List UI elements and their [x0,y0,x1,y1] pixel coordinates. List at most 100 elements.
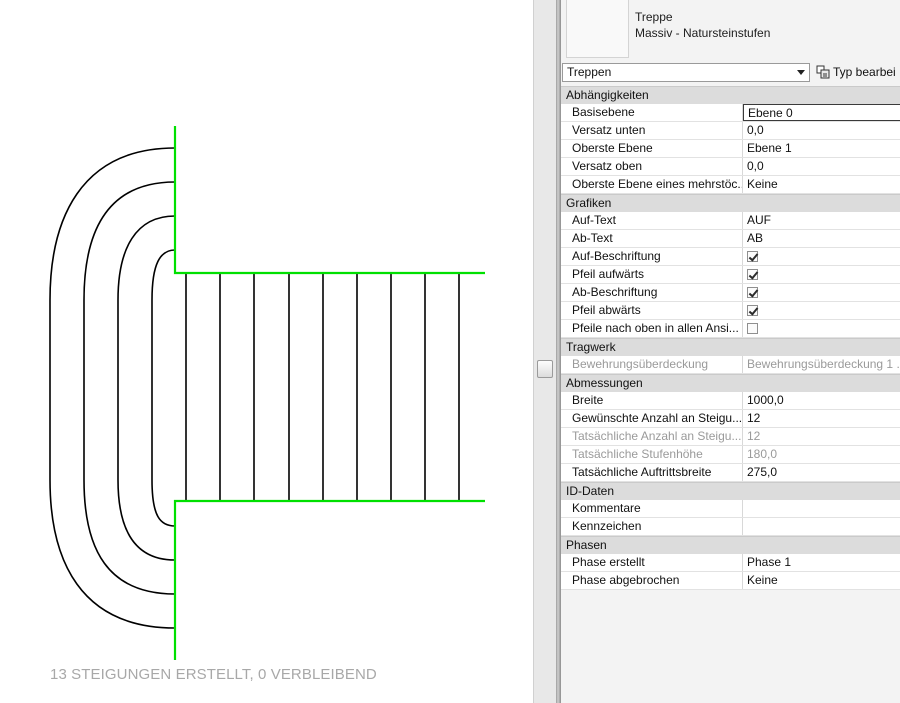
type-preview-image [566,0,629,58]
stair-treads[interactable] [185,274,460,500]
property-row[interactable]: Oberste Ebene eines mehrstöc... Keine [561,176,900,194]
property-row[interactable]: Ab-Text AB [561,230,900,248]
checkbox[interactable] [747,305,758,316]
property-value[interactable]: 275,0 [743,464,900,481]
property-row[interactable]: Tatsächliche Stufenhöhe 180,0 [561,446,900,464]
property-label: Phase abgebrochen [561,572,743,589]
property-row[interactable]: Gewünschte Anzahl an Steigu... 12 [561,410,900,428]
property-label: Auf-Beschriftung [561,248,743,265]
status-message: 13 STEIGUNGEN ERSTELLT, 0 VERBLEIBEND [50,666,377,683]
property-label: Breite [561,392,743,409]
property-row[interactable]: Versatz oben 0,0 [561,158,900,176]
property-row[interactable]: Phase erstellt Phase 1 [561,554,900,572]
filter-selected-value: Treppen [567,65,612,79]
property-row[interactable]: Kennzeichen [561,518,900,536]
property-label: Versatz oben [561,158,743,175]
edit-type-icon [816,65,830,79]
property-checkbox-cell [743,284,900,301]
riser-curve [49,147,176,629]
property-checkbox-cell [743,320,900,337]
property-label: Phase erstellt [561,554,743,571]
property-checkbox-cell [743,302,900,319]
property-label: Oberste Ebene [561,140,743,157]
property-label: Pfeile nach oben in allen Ansi... [561,320,743,337]
property-row[interactable]: Versatz unten 0,0 [561,122,900,140]
property-value[interactable]: 180,0 [743,446,900,463]
property-checkbox-cell [743,266,900,283]
checkbox[interactable] [747,251,758,262]
property-label: Oberste Ebene eines mehrstöc... [561,176,743,193]
drawing-canvas[interactable]: 13 STEIGUNGEN ERSTELLT, 0 VERBLEIBEND [0,0,533,703]
property-value[interactable]: Keine [743,572,900,589]
stair-boundary[interactable] [173,126,485,660]
category-header[interactable]: ID-Daten [561,482,900,500]
property-value[interactable] [743,500,900,517]
property-row[interactable]: Auf-Beschriftung [561,248,900,266]
property-label: Ab-Text [561,230,743,247]
property-row[interactable]: Pfeil aufwärts [561,266,900,284]
property-label: Versatz unten [561,122,743,139]
checkbox[interactable] [747,269,758,280]
property-label: Kommentare [561,500,743,517]
edit-type-button[interactable]: Typ bearbei [816,63,900,82]
category-header[interactable]: Abhängigkeiten [561,86,900,104]
property-label: Tatsächliche Anzahl an Steigu... [561,428,743,445]
landing-risers[interactable] [49,147,176,629]
property-row[interactable]: Oberste Ebene Ebene 1 [561,140,900,158]
property-grid-empty-area [561,590,900,703]
chevron-down-icon[interactable] [797,70,805,75]
riser-curve [151,249,176,527]
property-row[interactable]: Auf-Text AUF [561,212,900,230]
property-row[interactable]: Ab-Beschriftung [561,284,900,302]
stair-sketch[interactable] [0,0,533,703]
checkbox[interactable] [747,287,758,298]
property-row[interactable]: Tatsächliche Auftrittsbreite 275,0 [561,464,900,482]
instance-filter-dropdown[interactable]: Treppen [562,63,810,82]
property-label: Kennzeichen [561,518,743,535]
property-row[interactable]: Pfeile nach oben in allen Ansi... [561,320,900,338]
property-value[interactable]: 0,0 [743,158,900,175]
property-value[interactable]: 12 [743,428,900,445]
boundary-lower [173,499,485,660]
riser-curve [117,215,176,561]
property-value[interactable]: 12 [743,410,900,427]
property-label: Ab-Beschriftung [561,284,743,301]
category-header[interactable]: Phasen [561,536,900,554]
type-selector[interactable]: Treppe Massiv - Natursteinstufen [561,0,900,60]
property-row[interactable]: Breite 1000,0 [561,392,900,410]
property-value[interactable]: Phase 1 [743,554,900,571]
properties-palette: Treppe Massiv - Natursteinstufen Treppen… [561,0,900,703]
property-label: Gewünschte Anzahl an Steigu... [561,410,743,427]
checkbox[interactable] [747,323,758,334]
property-value[interactable]: Keine [743,176,900,193]
property-value[interactable]: 0,0 [743,122,900,139]
property-label: Basisebene [561,104,743,121]
collapse-handle[interactable] [537,360,553,378]
property-label: Tatsächliche Stufenhöhe [561,446,743,463]
category-header[interactable]: Abmessungen [561,374,900,392]
property-grid: Abhängigkeiten Basisebene Ebene 0 Versatz u… [561,86,900,590]
type-family-name: Treppe [635,10,673,24]
property-row[interactable]: Bewehrungsüberdeckung Bewehrungsüberdecku… [561,356,900,374]
property-row[interactable]: Tatsächliche Anzahl an Steigu... 12 [561,428,900,446]
property-value[interactable] [743,518,900,535]
property-row[interactable]: Basisebene Ebene 0 [561,104,900,122]
property-value[interactable]: AUF [743,212,900,229]
boundary-upper [173,126,485,275]
property-value[interactable]: 1000,0 [743,392,900,409]
category-header[interactable]: Grafiken [561,194,900,212]
property-label: Pfeil aufwärts [561,266,743,283]
category-header[interactable]: Tragwerk [561,338,900,356]
property-label: Tatsächliche Auftrittsbreite [561,464,743,481]
property-label: Bewehrungsüberdeckung [561,356,743,373]
property-checkbox-cell [743,248,900,265]
property-value[interactable]: AB [743,230,900,247]
property-row[interactable]: Phase abgebrochen Keine [561,572,900,590]
property-value[interactable]: Bewehrungsüberdeckung 1 ... [743,356,900,373]
panel-gutter [533,0,557,703]
property-value[interactable]: Ebene 1 [743,140,900,157]
property-label: Pfeil abwärts [561,302,743,319]
property-value[interactable]: Ebene 0 [743,104,900,121]
property-row[interactable]: Kommentare [561,500,900,518]
property-row[interactable]: Pfeil abwärts [561,302,900,320]
